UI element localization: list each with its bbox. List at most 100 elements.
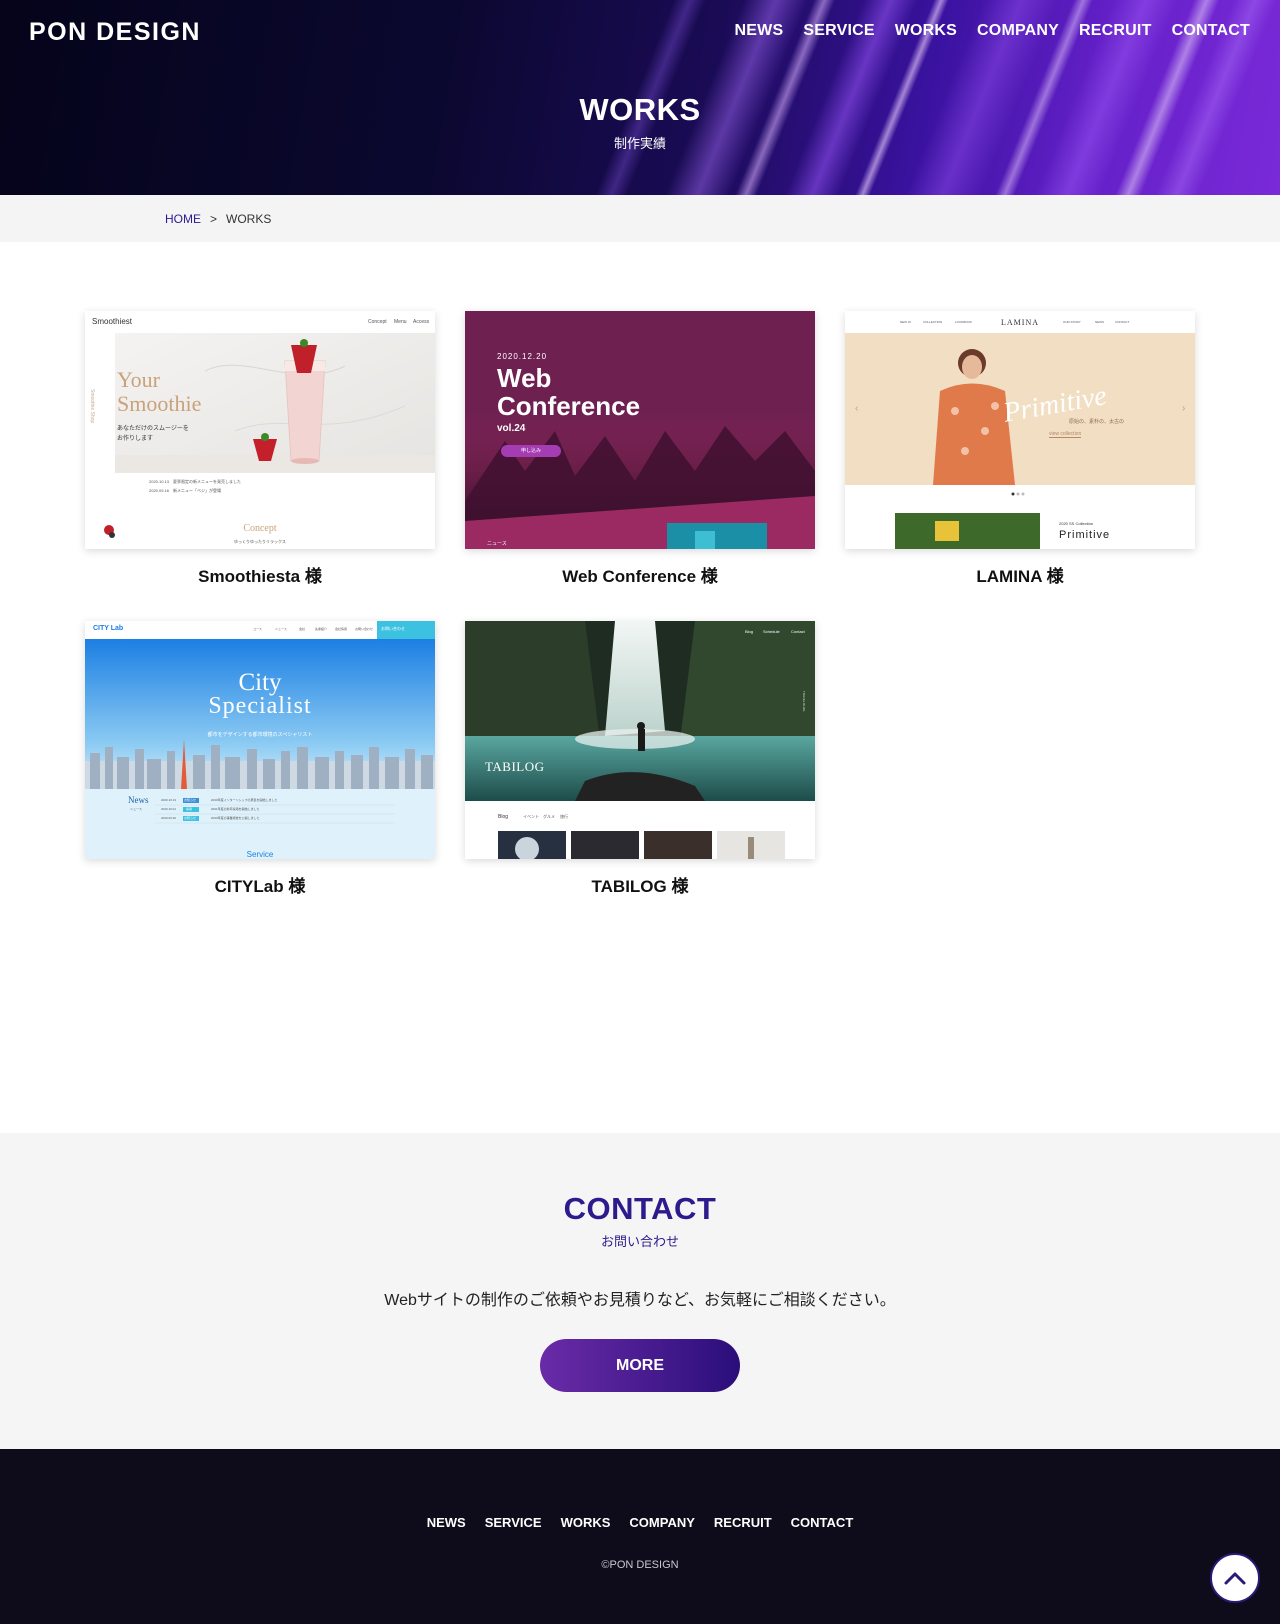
back-to-top-button[interactable] (1210, 1553, 1260, 1603)
footer: NEWS SERVICE WORKS COMPANY RECRUIT CONTA… (0, 1449, 1280, 1624)
svg-text:›: › (1182, 403, 1185, 414)
thumb-news-title: News (128, 795, 149, 805)
breadcrumb-current: WORKS (226, 211, 272, 226)
work-title[interactable]: TABILOG 様 (465, 872, 815, 897)
thumb-volume: vol.24 (497, 423, 526, 434)
thumb-nav-3: Contact (791, 629, 805, 634)
thumb-footer-label: ニュース (487, 541, 507, 547)
thumb-headline-1: Web (497, 363, 552, 393)
thumb-nav-menu: Menu (394, 319, 407, 325)
thumb-section-title: Concept (243, 523, 277, 534)
thumb-tab-1: イベント (523, 814, 539, 819)
work-thumbnail[interactable]: CITY Lab コース ニュース 会社 先輩紹介 会社情報 お問い合わせ お問… (85, 621, 435, 859)
more-button[interactable]: MORE (540, 1339, 740, 1392)
thumb-nav-left-1: NEW IN (900, 320, 911, 324)
thumb-nav-1: コース (253, 627, 262, 631)
contact-description: Webサイトの制作のご依頼やお見積りなど、お気軽にご相談ください。 (384, 1292, 896, 1309)
thumb-tab-2: グルメ (543, 814, 555, 819)
thumb-tagline-2: お作りします (117, 436, 154, 442)
thumb-nav-3: 会社 (299, 627, 306, 631)
work-card-citylab[interactable]: CITY Lab コース ニュース 会社 先輩紹介 会社情報 お問い合わせ お問… (85, 621, 435, 897)
thumb-apply-button: 申し込み (501, 445, 561, 457)
thumb-collection-link: view collection (1049, 431, 1082, 438)
thumb-news-sub: ニュース (130, 807, 142, 811)
thumb-brand: CITY Lab (93, 625, 124, 632)
work-card-smoothiesta[interactable]: Smoothiest Concept Menu Access Smoothie … (85, 311, 435, 587)
work-thumbnail[interactable]: ‹ › LAMINA NEW IN COLLECTION LOOKBOOK OU… (845, 311, 1195, 549)
thumb-nav-5: 会社情報 (335, 627, 348, 631)
thumb-section-title: Service (246, 850, 274, 859)
page-title: WORKS (579, 92, 701, 127)
nav-company[interactable]: COMPANY (977, 22, 1059, 40)
footer-nav-news[interactable]: NEWS (427, 1515, 466, 1530)
thumb-jp-caption: 原始の、素朴の、太古の (1069, 419, 1125, 425)
work-card-lamina[interactable]: ‹ › LAMINA NEW IN COLLECTION LOOKBOOK OU… (845, 311, 1195, 587)
work-thumbnail[interactable]: Smoothiest Concept Menu Access Smoothie … (85, 311, 435, 549)
thumb-news-tag-1: お知らせ (184, 798, 196, 802)
thumb-nav-right-1: OUR STORY (1063, 320, 1081, 324)
copyright: ©PON DESIGN (601, 1559, 679, 1571)
thumb-nav-access: Access (413, 319, 430, 325)
thumb-news-date-1: 2020.10.13 (161, 798, 177, 802)
top-nav: NEWS SERVICE WORKS COMPANY RECRUIT CONTA… (735, 22, 1250, 40)
footer-nav-company[interactable]: COMPANY (629, 1515, 694, 1530)
footer-nav-service[interactable]: SERVICE (485, 1515, 542, 1530)
thumb-nav-left-3: LOOKBOOK (955, 320, 973, 324)
thumb-nav-6: お問い合わせ (355, 627, 374, 631)
work-thumbnail[interactable]: TABILOG Blog Schedule Contact TRAVEL BLO… (465, 621, 815, 859)
work-title[interactable]: CITYLab 様 (85, 872, 435, 897)
thumb-brand: Smoothiest (92, 317, 133, 326)
thumb-brand: TABILOG (485, 759, 545, 774)
work-title[interactable]: Web Conference 様 (465, 562, 815, 587)
work-thumbnail[interactable]: 2020.12.20 Web Conference vol.24 申し込み ニュ… (465, 311, 815, 549)
breadcrumb-home[interactable]: HOME (165, 212, 201, 226)
thumb-tab-3: 旅行 (560, 814, 568, 819)
thumb-nav-right-3: CONTACT (1115, 320, 1130, 324)
work-title[interactable]: Smoothiesta 様 (85, 562, 435, 587)
thumb-nav-1: Blog (745, 629, 754, 634)
thumb-date: 2020.12.20 (497, 352, 548, 361)
thumb-brand: LAMINA (1001, 318, 1039, 327)
thumb-news-tag-3: お知らせ (184, 816, 196, 820)
work-card-tabilog[interactable]: TABILOG Blog Schedule Contact TRAVEL BLO… (465, 621, 815, 897)
chevron-up-icon (1224, 1572, 1246, 1585)
thumb-section-sub: ゆっくりゆったりリラックス (234, 539, 286, 544)
thumb-news-tag-2: 採用 (186, 807, 193, 811)
thumb-headline-2: Smoothie (117, 391, 202, 416)
thumb-nav-concept: Concept (368, 319, 387, 325)
footer-nav: NEWS SERVICE WORKS COMPANY RECRUIT CONTA… (0, 1515, 1280, 1530)
thumb-tagline-1: あなただけのスムージーを (117, 426, 189, 432)
thumb-news-1: 2020.10.13 夏季限定の新メニューを発売しました (149, 479, 242, 484)
nav-recruit[interactable]: RECRUIT (1079, 22, 1152, 40)
thumb-tagline: 都市をデザインする都市環境のスペシャリスト (207, 732, 313, 738)
footer-nav-recruit[interactable]: RECRUIT (714, 1515, 772, 1530)
breadcrumb: HOME > WORKS (0, 195, 1280, 242)
contact-section: CONTACT お問い合わせ Webサイトの制作のご依頼やお見積りなど、お気軽に… (0, 1133, 1280, 1449)
nav-service[interactable]: SERVICE (803, 22, 874, 40)
thumb-vertical-label: Smoothie Shop (89, 389, 95, 424)
thumb-headline-2: Specialist (208, 693, 312, 719)
thumb-headline-1: Your (117, 367, 161, 392)
work-card-web-conference[interactable]: 2020.12.20 Web Conference vol.24 申し込み ニュ… (465, 311, 815, 587)
breadcrumb-separator: > (210, 211, 218, 226)
footer-nav-contact[interactable]: CONTACT (791, 1515, 854, 1530)
thumb-news-2: 2020.09.16 新メニュー「ベジ」が登場 (149, 488, 222, 493)
nav-news[interactable]: NEWS (735, 22, 784, 40)
thumb-news-text-2: 2021年度の新卒採用を開始しました (211, 807, 260, 811)
lamina-site-preview: ‹ › (845, 311, 1195, 549)
svg-text:‹: ‹ (855, 403, 858, 414)
contact-title: CONTACT (563, 1191, 717, 1226)
work-title[interactable]: LAMINA 様 (845, 562, 1195, 587)
site-logo[interactable]: PON DESIGN (29, 18, 201, 47)
page-subtitle: 制作実績 (613, 136, 666, 151)
thumb-headline-2: Conference (497, 391, 641, 421)
nav-contact[interactable]: CONTACT (1172, 22, 1250, 40)
footer-nav-works[interactable]: WORKS (561, 1515, 611, 1530)
contact-subtitle: お問い合わせ (600, 1234, 679, 1249)
thumb-nav-right-2: NEWS (1095, 320, 1104, 324)
citylab-site-preview (85, 621, 435, 859)
nav-works[interactable]: WORKS (895, 22, 957, 40)
thumb-cta: お問い合わせ (381, 626, 405, 631)
hero-header: PON DESIGN NEWS SERVICE WORKS COMPANY RE… (0, 0, 1280, 195)
thumb-nav-2: Schedule (763, 629, 780, 634)
